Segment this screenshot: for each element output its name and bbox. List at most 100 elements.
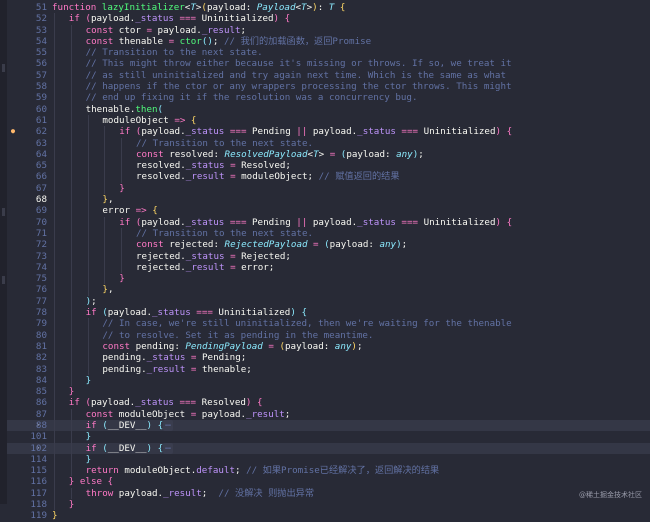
code-line[interactable]: 72 const rejected: RejectedPayload = (pay… <box>7 239 650 251</box>
code-token: ; <box>234 465 247 477</box>
indent-guide <box>54 114 55 127</box>
code-token: { <box>301 307 307 319</box>
code-line[interactable]: 68}, <box>7 194 650 206</box>
code-line[interactable]: 56 // This might throw either because it'… <box>7 58 650 70</box>
code-line[interactable]: 66 resolved._result = moduleObject; // 赋值… <box>7 171 650 183</box>
indent-guide <box>70 465 72 477</box>
code-token: const <box>85 35 119 47</box>
code-line[interactable]: 78 if (payload._status === Uninitialized)… <box>7 307 650 319</box>
indent-guide <box>54 284 55 296</box>
code-token: payload. <box>201 408 247 420</box>
code-token: error; <box>241 261 275 273</box>
indent-guide <box>87 340 89 353</box>
code-line[interactable]: 102 › if (__DEV__) {⋯ <box>7 442 650 454</box>
code-line[interactable]: 57 // as still uninitialized and try agai… <box>7 69 650 82</box>
code-line[interactable]: 83 pending._result = thenable; <box>7 363 650 375</box>
code-editor[interactable]: 51 function lazyInitializer<T>(payload: P… <box>0 0 650 521</box>
indent-guide <box>54 103 55 115</box>
code-line[interactable]: 86 if (payload._status === Resolved) { <box>7 397 650 409</box>
code-line[interactable]: 84} <box>7 374 650 387</box>
code-line[interactable]: 74 rejected._result = error; <box>7 261 650 274</box>
code-line[interactable]: 53 const ctor = payload._result; <box>7 24 650 36</box>
code-token: { <box>256 397 263 409</box>
code-token: => <box>174 114 191 126</box>
code-line[interactable]: 76}, <box>7 284 650 296</box>
code-line[interactable]: 59 // end up fixing it if the resolution … <box>7 92 650 104</box>
indent-guide <box>70 295 72 308</box>
code-lines[interactable]: 51 function lazyInitializer<T>(payload: P… <box>7 2 650 522</box>
code-line[interactable]: 73 rejected._status = Rejected; <box>7 250 650 262</box>
code-line[interactable]: 69 error => { <box>7 205 650 217</box>
code-line[interactable]: ● 62 if (payload._status === Pending || pa… <box>7 126 650 138</box>
code-line[interactable]: 51 function lazyInitializer<T>(payload: P… <box>7 2 650 13</box>
code-line[interactable]: 55 // Transition to the next state. <box>7 47 650 59</box>
code-token: else <box>74 476 108 488</box>
code-line[interactable]: 71 // Transition to the next state. <box>7 227 650 240</box>
code-line[interactable]: 75} <box>7 273 650 285</box>
code-line[interactable]: 119} <box>7 510 650 521</box>
code-line[interactable]: 54 const thenable = ctor(); // 我们的加载函数，返回… <box>7 35 650 48</box>
line-number: 84 <box>35 374 47 386</box>
code-token: } <box>119 273 125 285</box>
code-line[interactable]: 79 // In case, we're still uninitialized,… <box>7 318 650 330</box>
indent-guide <box>70 103 72 115</box>
code-line[interactable]: 58 // happens if the ctor or any wrappers… <box>7 81 650 93</box>
code-line[interactable]: 118} <box>7 499 650 511</box>
code-token: Pending <box>252 216 297 228</box>
line-number: 87 <box>35 408 47 420</box>
code-line[interactable]: 67} <box>7 182 650 195</box>
indent-guide <box>70 352 72 364</box>
code-line[interactable]: 88 › if (__DEV__) {⋯ <box>7 419 650 432</box>
code-text: // This might throw either because it's … <box>86 58 512 69</box>
code-token: // happens if the ctor or any wrappers p… <box>85 81 512 93</box>
folded-region-badge[interactable]: ⋯ <box>163 442 173 454</box>
code-token: thenable. <box>85 103 136 115</box>
folded-region-badge[interactable]: ⋯ <box>163 419 173 431</box>
indent-guide <box>54 24 55 36</box>
indent-guide <box>54 69 55 82</box>
indent-guide <box>70 24 72 36</box>
code-text: ); <box>86 296 97 307</box>
code-line[interactable]: 80 // to resolve. Set it as pending in th… <box>7 329 650 341</box>
code-line[interactable]: 114} <box>7 453 650 466</box>
indent-guide <box>54 92 55 104</box>
code-token: ; <box>201 487 219 499</box>
fold-chevron-icon[interactable]: › <box>36 420 44 431</box>
code-line[interactable]: 61 moduleObject => { <box>7 114 650 127</box>
code-line[interactable]: 77); <box>7 295 650 308</box>
code-line[interactable]: 70 if (payload._status === Pending || pay… <box>7 216 650 228</box>
line-number: 81 <box>35 340 47 352</box>
code-token: throw <box>85 487 119 499</box>
code-line[interactable]: 87 const moduleObject = payload._result; <box>7 408 650 420</box>
code-token: = <box>224 171 242 183</box>
indent-guide <box>104 239 106 251</box>
fold-chevron-icon[interactable]: › <box>36 443 44 454</box>
code-token: RejectedPayload <box>224 239 314 251</box>
indent-guide <box>54 340 55 353</box>
indent-guide <box>87 261 89 274</box>
code-line[interactable]: 64 const resolved: ResolvedPayload<T> = (… <box>7 148 650 161</box>
code-line[interactable]: 81 const pending: PendingPayload = (paylo… <box>7 340 650 353</box>
code-text: resolved._result = moduleObject; // 赋值返回… <box>136 171 400 182</box>
code-line[interactable]: 117 throw payload._result; // 没解决 则抛出异常 <box>7 487 650 500</box>
code-line[interactable]: 101} <box>7 431 650 443</box>
code-token: } <box>52 510 58 522</box>
line-number: 83 <box>35 363 47 375</box>
code-line[interactable]: 116} else { <box>7 476 650 488</box>
indent-guide <box>87 194 89 206</box>
code-token: => <box>135 205 153 217</box>
code-line[interactable]: 85} <box>7 386 650 398</box>
code-line[interactable]: 115 return moduleObject.default; // 如果Pro… <box>7 465 650 477</box>
line-number: 56 <box>35 58 47 70</box>
indent-guide <box>54 148 55 161</box>
breakpoint-dot-icon[interactable]: ● <box>7 126 19 137</box>
code-token: moduleObject; <box>241 171 319 183</box>
code-token: } <box>85 374 92 386</box>
code-line[interactable]: 82 pending._status = Pending; <box>7 352 650 364</box>
code-line[interactable]: 52 if (payload._status === Uninitialized)… <box>7 13 650 25</box>
code-line[interactable]: 63 // Transition to the next state. <box>7 137 650 149</box>
code-line[interactable]: 65 resolved._status = Resolved; <box>7 160 650 172</box>
line-number: 59 <box>35 92 47 104</box>
code-line[interactable]: 60 thenable.then( <box>7 103 650 115</box>
indent-guide <box>87 160 89 172</box>
